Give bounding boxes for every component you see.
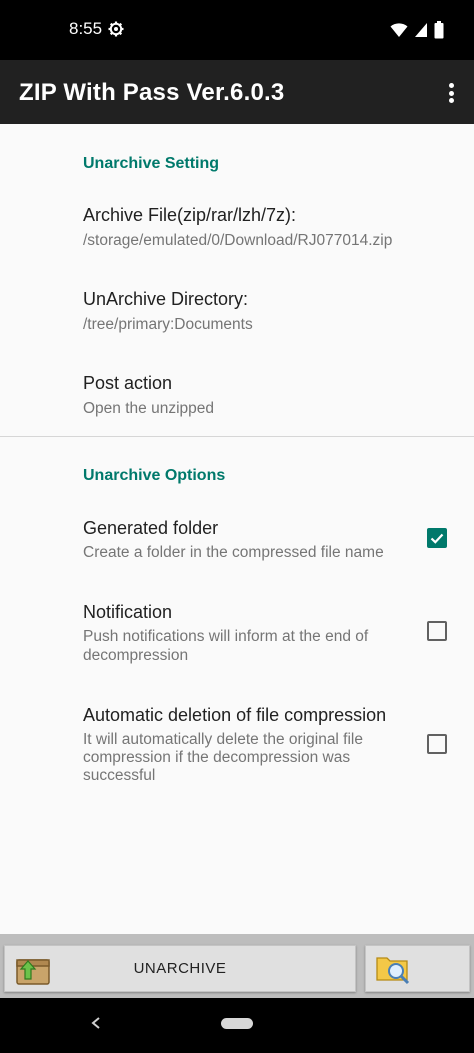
pref-title: Automatic deletion of file compression	[83, 705, 387, 725]
status-bar: 8:55	[0, 0, 474, 60]
settings-list: Unarchive Setting Archive File(zip/rar/l…	[0, 124, 474, 934]
pref-summary: /tree/primary:Documents	[83, 316, 253, 333]
pref-title: Archive File(zip/rar/lzh/7z):	[83, 205, 297, 225]
status-icons	[390, 21, 444, 39]
system-nav-bar	[0, 998, 474, 1053]
pref-summary: Create a folder in the compressed file n…	[83, 544, 384, 561]
pref-archive-file[interactable]: Archive File(zip/rar/lzh/7z): /storage/e…	[0, 190, 474, 270]
browse-archive-button[interactable]	[365, 945, 470, 992]
unarchive-button-label: UNARCHIVE	[133, 960, 227, 977]
pref-title: UnArchive Directory:	[83, 289, 249, 309]
section-divider	[0, 436, 474, 437]
pref-title: Generated folder	[83, 518, 219, 538]
pref-summary-line: It will automatically delete the origina…	[83, 731, 363, 748]
pref-auto-delete[interactable]: Automatic deletion of file compression I…	[0, 690, 474, 800]
check-icon	[430, 533, 444, 544]
more-vert-icon[interactable]	[442, 80, 460, 106]
notification-checkbox[interactable]	[427, 621, 447, 641]
pref-summary-line: Push notifications will inform at the en…	[83, 628, 369, 645]
app-title: ZIP With Pass Ver.6.0.3	[19, 79, 285, 106]
unarchive-button[interactable]: UNARCHIVE	[4, 945, 356, 992]
bottom-button-bar: UNARCHIVE	[0, 934, 474, 998]
gear-icon	[108, 21, 124, 37]
pref-unarchive-directory[interactable]: UnArchive Directory: /tree/primary:Docum…	[0, 274, 474, 354]
app-bar: ZIP With Pass Ver.6.0.3	[0, 60, 474, 124]
section-header-unarchive-setting: Unarchive Setting	[83, 155, 220, 172]
pref-summary: /storage/emulated/0/Download/RJ077014.zi…	[83, 232, 393, 249]
pref-generated-folder[interactable]: Generated folder Create a folder in the …	[0, 502, 474, 582]
battery-icon	[434, 21, 444, 39]
pref-notification[interactable]: Notification Push notifications will inf…	[0, 586, 474, 686]
pref-summary: Open the unzipped	[83, 400, 214, 417]
pref-summary-line: decompression	[83, 647, 189, 664]
pref-title: Notification	[83, 602, 173, 622]
wifi-icon	[390, 23, 408, 37]
pref-post-action[interactable]: Post action Open the unzipped	[0, 358, 474, 436]
auto-delete-checkbox[interactable]	[427, 734, 447, 754]
pref-summary-line: compression if the decompression was	[83, 749, 351, 766]
pref-summary-line: successful	[83, 767, 156, 784]
section-header-unarchive-options: Unarchive Options	[83, 467, 226, 484]
generated-folder-checkbox[interactable]	[427, 528, 447, 548]
folder-search-icon	[376, 957, 410, 985]
pref-title: Post action	[83, 373, 173, 393]
back-icon[interactable]	[90, 1016, 102, 1030]
status-time: 8:55	[69, 19, 103, 38]
signal-icon	[415, 23, 427, 37]
home-pill[interactable]	[221, 1018, 253, 1029]
